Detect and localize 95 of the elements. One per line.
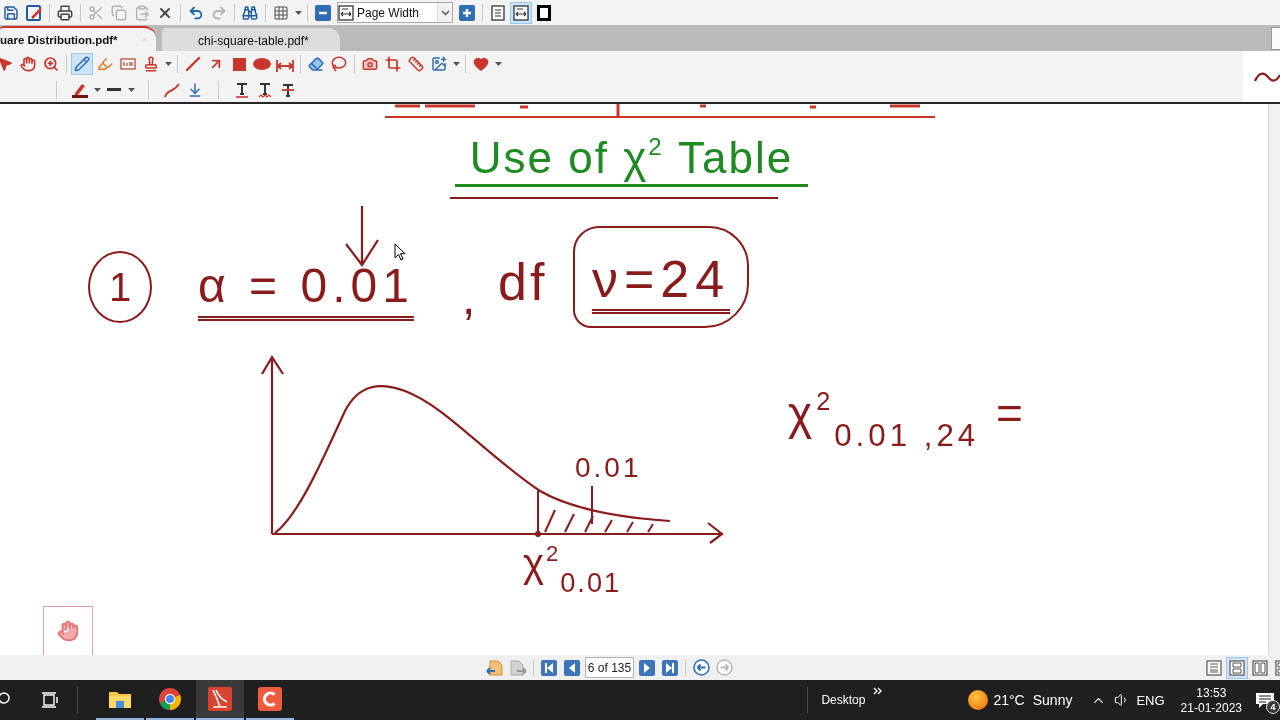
full-screen-icon bbox=[537, 4, 551, 21]
square-icon bbox=[232, 57, 246, 71]
close-icon bbox=[141, 35, 146, 44]
underlined-t-icon bbox=[235, 81, 249, 98]
paste-icon bbox=[134, 4, 150, 21]
ellipse-icon bbox=[253, 58, 271, 70]
grid-icon bbox=[273, 4, 289, 21]
continuous-pages-icon bbox=[1229, 659, 1245, 676]
next-page-icon bbox=[639, 659, 655, 676]
document-arrow-icon bbox=[509, 659, 527, 676]
caret-icon bbox=[164, 62, 172, 66]
clock[interactable]: 13:53 21-01-2023 bbox=[1180, 686, 1242, 714]
pdf-editor-icon bbox=[208, 687, 232, 711]
caret-icon bbox=[452, 62, 460, 66]
folder-icon bbox=[108, 689, 132, 709]
save-icon bbox=[3, 4, 19, 21]
page-icon bbox=[491, 4, 505, 21]
arrow-down-to-line-icon bbox=[187, 81, 203, 98]
c-logo-icon bbox=[258, 687, 282, 711]
double-chevron-icon bbox=[873, 687, 883, 695]
hand-icon bbox=[20, 56, 36, 72]
curve-icon bbox=[164, 81, 180, 98]
document-tab[interactable]: uare Distribution.pdf* bbox=[0, 26, 156, 51]
zoom-in-icon bbox=[43, 56, 59, 72]
language-indicator[interactable]: ENG bbox=[1136, 692, 1165, 708]
notification-count: 4 bbox=[1266, 700, 1280, 714]
binoculars-icon bbox=[242, 4, 258, 21]
copy-icon bbox=[111, 4, 127, 21]
mouse-cursor-icon bbox=[394, 243, 406, 261]
task-view-icon bbox=[41, 692, 59, 708]
back-button[interactable] bbox=[690, 656, 712, 679]
single-page-icon bbox=[1206, 659, 1222, 676]
sun-icon bbox=[968, 690, 989, 710]
page-width-icon bbox=[513, 4, 529, 21]
desktop-toolbar-label[interactable]: Desktop bbox=[821, 693, 866, 707]
image-plus-icon bbox=[431, 56, 447, 72]
pencil-icon bbox=[74, 56, 90, 72]
redo-icon bbox=[211, 4, 227, 21]
plus-icon bbox=[459, 4, 475, 21]
critical-value-expression: χ$^{2}$$_{0.01 ,24}$ = bbox=[788, 386, 1027, 455]
line-style-icon bbox=[107, 88, 121, 91]
hand-icon bbox=[57, 620, 79, 642]
last-page-icon bbox=[662, 659, 678, 676]
pencil-tool-button[interactable] bbox=[71, 53, 93, 75]
weather-condition: Sunny bbox=[1032, 692, 1073, 708]
browser-icon bbox=[158, 687, 182, 711]
lasso-icon bbox=[331, 56, 347, 72]
caret-icon bbox=[494, 62, 502, 66]
undo-icon bbox=[188, 4, 204, 21]
down-arrow-drawing bbox=[343, 204, 381, 268]
caret-icon bbox=[93, 87, 101, 92]
highlighter-icon bbox=[97, 56, 113, 72]
circle-arrow-right-icon bbox=[715, 659, 733, 676]
page-number-field[interactable]: 6 of 135 bbox=[585, 657, 634, 678]
line-icon bbox=[185, 56, 201, 72]
scissors-icon bbox=[88, 4, 104, 21]
zoom-dropdown[interactable]: Page Width bbox=[337, 2, 453, 23]
comma: , bbox=[462, 274, 476, 322]
caret-icon bbox=[294, 10, 302, 15]
boxed-degrees-of-freedom: ν=24 bbox=[573, 226, 749, 328]
pointer-icon bbox=[0, 56, 13, 72]
df-label: df bbox=[498, 256, 548, 308]
text-box-icon bbox=[120, 57, 136, 71]
tail-area-label: 0.01 bbox=[575, 454, 642, 482]
page-width-icon bbox=[338, 4, 354, 21]
circle-arrow-left-icon bbox=[692, 659, 710, 676]
floppy-pencil-icon bbox=[26, 4, 42, 21]
caret-icon bbox=[127, 87, 135, 92]
facing-pages-icon bbox=[1252, 659, 1268, 676]
printer-icon bbox=[57, 4, 73, 21]
ruler-icon bbox=[408, 56, 424, 72]
critical-point bbox=[535, 531, 541, 537]
continuous-view-button[interactable] bbox=[1226, 656, 1248, 679]
significance-level: α = 0.01 bbox=[198, 262, 414, 314]
chevron-down-icon bbox=[440, 9, 450, 16]
minus-icon bbox=[315, 4, 331, 21]
tab-list-button[interactable] bbox=[1271, 27, 1280, 50]
eraser-icon bbox=[308, 56, 324, 72]
strikethrough-t-icon bbox=[281, 81, 295, 98]
hand-tool-button[interactable] bbox=[43, 606, 93, 655]
pen-color-icon bbox=[71, 81, 89, 98]
pdf-editor-taskbar-button[interactable] bbox=[196, 680, 244, 720]
document-arrow-icon bbox=[486, 659, 504, 676]
camera-icon bbox=[362, 56, 378, 72]
crop-icon bbox=[385, 56, 401, 72]
squiggly-t-icon bbox=[258, 81, 272, 98]
temperature: 21°C bbox=[993, 692, 1025, 708]
stamp-icon bbox=[143, 56, 159, 72]
fit-width-button[interactable] bbox=[510, 1, 532, 24]
heading: Use of χ$^{2}$ Table bbox=[455, 128, 808, 187]
first-page-icon bbox=[541, 659, 557, 676]
heart-icon bbox=[473, 56, 489, 72]
item-number: 1 bbox=[88, 251, 152, 323]
previous-page-icon bbox=[564, 659, 580, 676]
document-tab[interactable]: chi-square-table.pdf* bbox=[162, 28, 340, 51]
